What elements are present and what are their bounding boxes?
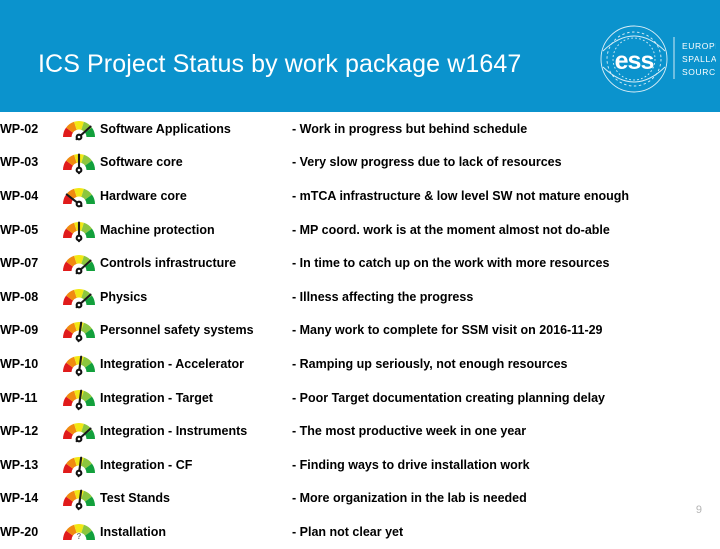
- ess-logo-line2: SPALLATION: [682, 54, 716, 64]
- page-number: 9: [695, 504, 702, 516]
- table-row: WP-10 Integration - Accelerator - Ramping …: [0, 347, 720, 381]
- ess-logo: ess EUROPEAN SPALLATION SOURCE: [594, 17, 716, 101]
- wp-comment: - Ramping up seriously, not enough resou…: [292, 356, 568, 371]
- status-gauge-icon: [58, 112, 100, 146]
- status-gauge-icon: [58, 246, 100, 280]
- wp-comment: - Work in progress but behind schedule: [292, 121, 528, 136]
- table-row: WP-12 Integration - Instruments - The most…: [0, 414, 720, 448]
- table-row: WP-07 Controls infrastructure - In time to…: [0, 246, 720, 280]
- gauge-green-icon: [61, 284, 97, 310]
- status-gauge-icon: [58, 213, 100, 247]
- status-gauge-icon: [58, 347, 100, 381]
- wp-name: Software core: [100, 155, 183, 170]
- wp-code: WP-05: [0, 222, 39, 237]
- gauge-yellow-icon: [61, 317, 97, 343]
- wp-name: Machine protection: [100, 222, 215, 237]
- wp-code: WP-09: [0, 323, 39, 338]
- status-gauge-icon: [58, 482, 100, 516]
- gauge-yellow-icon: [61, 217, 97, 243]
- gauge-orange-icon: [61, 183, 97, 209]
- table-row: WP-11 Integration - Target - Poor Target d…: [0, 381, 720, 415]
- work-package-rows: WP-02 Software Applications - Work in prog…: [0, 112, 720, 549]
- status-gauge-icon: [58, 146, 100, 180]
- wp-comment: - Poor Target documentation creating pla…: [292, 390, 605, 405]
- table-row: WP-02 Software Applications - Work in prog…: [0, 112, 720, 146]
- wp-comment: - The most productive week in one year: [292, 424, 527, 439]
- wp-name: Controls infrastructure: [100, 256, 237, 271]
- status-gauge-icon: [58, 179, 100, 213]
- wp-name: Integration - CF: [100, 457, 193, 472]
- table-row: WP-14 Test Stands - More organization in t…: [0, 482, 720, 516]
- wp-comment: - Finding ways to drive installation wor…: [292, 457, 530, 472]
- table-row: WP-09 Personnel safety systems - Many work…: [0, 314, 720, 348]
- wp-code: WP-13: [0, 457, 39, 472]
- gauge-green-icon: [61, 250, 97, 276]
- wp-comment: - Very slow progress due to lack of reso…: [292, 155, 562, 170]
- wp-code: WP-03: [0, 155, 39, 170]
- status-gauge-icon: [58, 414, 100, 448]
- wp-name: Software Applications: [100, 121, 231, 136]
- gauge-yellow-icon: [61, 351, 97, 377]
- status-gauge-icon: [58, 448, 100, 482]
- work-package-status-table: WP-02 Software Applications - Work in prog…: [0, 112, 720, 549]
- wp-name: Hardware core: [100, 188, 187, 203]
- table-row: WP-04 Hardware core - mTCA infrastructure …: [0, 179, 720, 213]
- status-gauge-icon: ?: [58, 515, 100, 549]
- table-row: WP-03 Software core - Very slow progress d…: [0, 146, 720, 180]
- wp-name: Personnel safety systems: [100, 323, 254, 338]
- wp-name: Test Stands: [100, 491, 170, 506]
- gauge-unknown-icon: ?: [61, 519, 97, 545]
- table-row: WP-08 Physics - Illness affecting the prog…: [0, 280, 720, 314]
- wp-code: WP-14: [0, 491, 39, 506]
- wp-code: WP-20: [0, 524, 39, 539]
- wp-code: WP-08: [0, 289, 39, 304]
- gauge-yellow-icon: [61, 452, 97, 478]
- wp-code: WP-10: [0, 356, 39, 371]
- wp-code: WP-11: [0, 390, 38, 405]
- slide-header-band: ICS Project Status by work package w1647…: [0, 0, 720, 112]
- status-gauge-icon: [58, 381, 100, 415]
- wp-comment: - Plan not clear yet: [292, 524, 404, 539]
- status-gauge-icon: [58, 280, 100, 314]
- wp-comment: - In time to catch up on the work with m…: [292, 256, 610, 271]
- gauge-green-icon: [61, 418, 97, 444]
- table-row: WP-05 Machine protection - MP coord. work …: [0, 213, 720, 247]
- wp-name: Integration - Instruments: [100, 424, 248, 439]
- wp-name: Installation: [100, 524, 166, 539]
- gauge-yellow-icon: [61, 385, 97, 411]
- wp-name: Integration - Accelerator: [100, 356, 245, 371]
- wp-code: WP-04: [0, 188, 39, 203]
- table-row: WP-20? Installation - Plan not clear yet: [0, 515, 720, 549]
- wp-code: WP-02: [0, 121, 39, 136]
- wp-name: Physics: [100, 289, 148, 304]
- wp-code: WP-07: [0, 256, 39, 271]
- wp-comment: - More organization in the lab is needed: [292, 491, 527, 506]
- wp-comment: - mTCA infrastructure & low level SW not…: [292, 188, 630, 203]
- wp-comment: - Illness affecting the progress: [292, 289, 474, 304]
- gauge-yellow-icon: [61, 149, 97, 175]
- gauge-yellow-icon: [61, 485, 97, 511]
- table-row: WP-13 Integration - CF - Finding ways to d…: [0, 448, 720, 482]
- ess-logo-wordmark: ess: [615, 47, 655, 75]
- wp-comment: - Many work to complete for SSM visit on…: [292, 323, 603, 338]
- status-gauge-icon: [58, 314, 100, 348]
- wp-code: WP-12: [0, 424, 39, 439]
- wp-comment: - MP coord. work is at the moment almost…: [292, 222, 610, 237]
- wp-name: Integration - Target: [100, 390, 213, 405]
- ess-logo-line3: SOURCE: [682, 67, 716, 77]
- gauge-green-icon: [61, 116, 97, 142]
- ess-logo-line1: EUROPEAN: [682, 41, 716, 51]
- svg-text:ess: ess: [615, 47, 654, 75]
- page-title: ICS Project Status by work package w1647: [38, 50, 522, 78]
